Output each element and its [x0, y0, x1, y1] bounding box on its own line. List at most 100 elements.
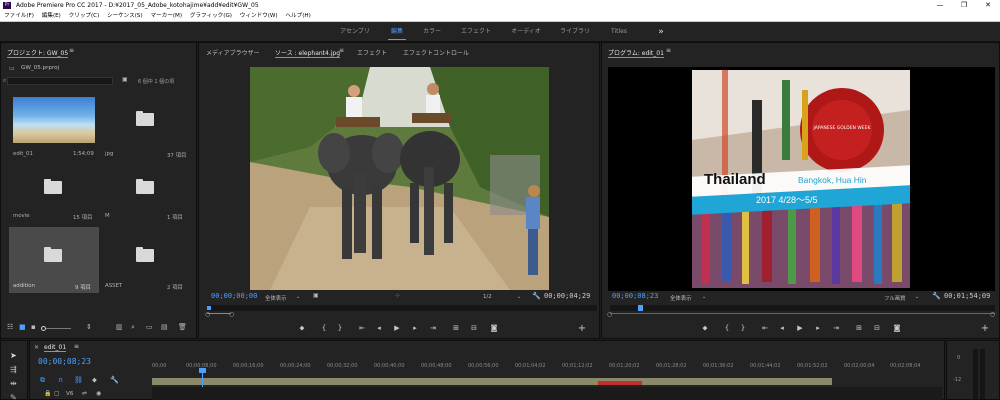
close-button[interactable]: ✕ — [976, 0, 1000, 11]
new-bin-from-search-icon[interactable]: ▣ — [122, 76, 128, 83]
step-forward-icon[interactable]: ▸ — [410, 324, 420, 332]
drag-handle-icon[interactable]: ⊹ — [395, 292, 400, 299]
program-resolution-select[interactable]: フル画質 — [884, 294, 906, 302]
program-scrub-bar[interactable] — [610, 305, 995, 311]
workspace-effects[interactable]: エフェクト — [456, 22, 496, 42]
project-panel-title[interactable]: プロジェクト: GW_05 — [7, 48, 69, 58]
workspace-libraries[interactable]: ライブラリ — [556, 22, 594, 42]
snap-icon[interactable]: ∩ — [58, 376, 63, 384]
find-icon[interactable]: ⌕ — [131, 323, 135, 332]
zoom-scroll-handle-right[interactable]: ○ — [229, 311, 234, 318]
zoom-scroll-handle-right[interactable]: ○ — [990, 311, 995, 318]
workspace-editing[interactable]: 編集 — [384, 22, 410, 42]
close-tab-icon[interactable]: ✕ — [34, 344, 39, 351]
toggle-sync-lock-icon[interactable]: ⇌ — [82, 390, 87, 397]
project-item-m[interactable]: M 1 項目 — [101, 161, 189, 223]
workspace-more-icon[interactable]: » — [652, 22, 670, 42]
panel-menu-icon[interactable]: ≡ — [339, 47, 344, 54]
work-area-bar[interactable] — [152, 378, 832, 385]
step-back-icon[interactable]: ◂ — [777, 324, 787, 332]
sort-icon[interactable]: ⇕ — [86, 323, 92, 331]
insert-icon[interactable]: ⊞ — [451, 324, 461, 332]
menu-marker[interactable]: マーカー(M) — [150, 13, 182, 19]
add-button-icon[interactable]: + — [980, 323, 990, 334]
nest-icon[interactable]: ⧉ — [40, 376, 45, 385]
ripple-edit-tool-icon[interactable]: ⇹ — [10, 379, 17, 388]
tab-effects[interactable]: エフェクト — [357, 48, 387, 57]
add-marker-icon[interactable]: ⬥ — [92, 376, 97, 385]
zoom-scroll-handle-left[interactable]: ○ — [205, 311, 210, 318]
tab-source[interactable]: ソース : elephant4.jpg — [275, 48, 341, 58]
menu-clip[interactable]: クリップ(C) — [69, 13, 100, 19]
mark-out-icon[interactable]: } — [738, 324, 748, 332]
project-item-asset[interactable]: ASSET 2 項目 — [101, 227, 189, 293]
time-ruler[interactable]: 00;00 00;00;08;00 00;00;16;00 00;00;24;0… — [152, 363, 942, 375]
menu-sequence[interactable]: シーケンス(S) — [107, 13, 143, 19]
play-button[interactable]: ▶ — [392, 324, 402, 332]
source-zoom-select[interactable]: 全体表示 — [265, 294, 287, 302]
zoom-slider-handle[interactable] — [41, 326, 46, 331]
panel-menu-icon[interactable]: ≡ — [74, 343, 79, 350]
linked-selection-icon[interactable]: ⛓ — [74, 376, 83, 384]
timeline-playhead[interactable] — [199, 368, 206, 373]
extract-icon[interactable]: ⊟ — [872, 324, 882, 332]
source-resolution-select[interactable]: 1/2 — [483, 294, 492, 300]
source-playhead-timecode[interactable]: 00;00;00;00 — [211, 292, 257, 300]
minimize-button[interactable]: — — [928, 0, 952, 11]
wrench-icon[interactable]: 🔧 — [532, 292, 541, 300]
program-playhead-timecode[interactable]: 00;00;08;23 — [612, 292, 658, 300]
step-back-icon[interactable]: ◂ — [374, 324, 384, 332]
lift-icon[interactable]: ⊞ — [854, 324, 864, 332]
zoom-scroll-bar[interactable] — [207, 313, 231, 314]
mark-in-icon[interactable]: { — [319, 324, 329, 332]
wrench-icon[interactable]: 🔧 — [932, 292, 941, 300]
overwrite-icon[interactable]: ⊟ — [469, 324, 479, 332]
export-frame-icon[interactable]: ◙ — [489, 324, 499, 332]
menu-help[interactable]: ヘルプ(H) — [285, 13, 310, 19]
lock-icon[interactable]: 🔒 — [44, 390, 51, 397]
add-marker-icon[interactable]: ⬥ — [297, 324, 307, 333]
go-to-out-icon[interactable]: ⇥ — [428, 324, 438, 332]
source-scrub-bar[interactable] — [207, 305, 597, 311]
tab-effect-controls[interactable]: エフェクトコントロール — [403, 48, 469, 57]
search-input[interactable]: ⌕ — [3, 77, 113, 85]
workspace-audio[interactable]: オーディオ — [506, 22, 546, 42]
add-marker-icon[interactable]: ⬥ — [700, 324, 710, 333]
automate-to-sequence-icon[interactable]: ▥ — [116, 323, 123, 331]
zoom-scroll-bar[interactable] — [610, 313, 995, 314]
mark-out-icon[interactable]: } — [335, 324, 345, 332]
go-to-in-icon[interactable]: ⇤ — [760, 324, 770, 332]
program-panel-title[interactable]: プログラム: edit_01 — [608, 48, 664, 58]
go-to-out-icon[interactable]: ⇥ — [831, 324, 841, 332]
program-playhead[interactable] — [638, 305, 643, 311]
menu-file[interactable]: ファイル(F) — [4, 13, 34, 19]
go-to-in-icon[interactable]: ⇤ — [357, 324, 367, 332]
timeline-timecode[interactable]: 00;00;08;23 — [38, 357, 91, 366]
project-item-movie[interactable]: movie 15 項目 — [9, 161, 99, 223]
icon-view-icon[interactable]: ■ — [19, 323, 26, 331]
zoom-slider[interactable] — [41, 326, 71, 331]
maximize-button[interactable]: ❐ — [952, 0, 976, 11]
target-track-icon[interactable]: ▢ — [54, 390, 60, 397]
razor-tool-icon[interactable]: ✎ — [10, 393, 17, 400]
zoom-scroll-handle-left[interactable]: ○ — [607, 311, 612, 318]
menu-edit[interactable]: 編集(E) — [42, 13, 61, 19]
timeline-tab[interactable]: edit_01 — [44, 344, 67, 352]
panel-menu-icon[interactable]: ≡ — [69, 47, 74, 54]
zoom-out-icon[interactable]: ▪ — [31, 323, 36, 331]
track-select-tool-icon[interactable]: ⇶ — [10, 365, 17, 374]
menu-window[interactable]: ウィンドウ(W) — [240, 13, 278, 19]
new-item-icon[interactable]: ▤ — [161, 323, 168, 331]
program-zoom-select[interactable]: 全体表示 — [670, 294, 692, 302]
trash-icon[interactable]: 🗑 — [178, 323, 187, 331]
workspace-color[interactable]: カラー — [418, 22, 446, 42]
tab-media-browser[interactable]: メディアブラウザー — [206, 48, 260, 57]
track-v6[interactable] — [152, 387, 942, 400]
add-button-icon[interactable]: + — [577, 323, 587, 334]
project-item-addition[interactable]: addition 9 項目 — [9, 227, 99, 293]
workspace-titles[interactable]: Titles — [604, 22, 634, 42]
source-playhead[interactable] — [207, 306, 211, 310]
workspace-assembly[interactable]: アセンブリ — [332, 22, 378, 42]
settings-box-icon[interactable]: ▣ — [313, 292, 319, 299]
selection-tool-icon[interactable]: ➤ — [10, 351, 17, 360]
